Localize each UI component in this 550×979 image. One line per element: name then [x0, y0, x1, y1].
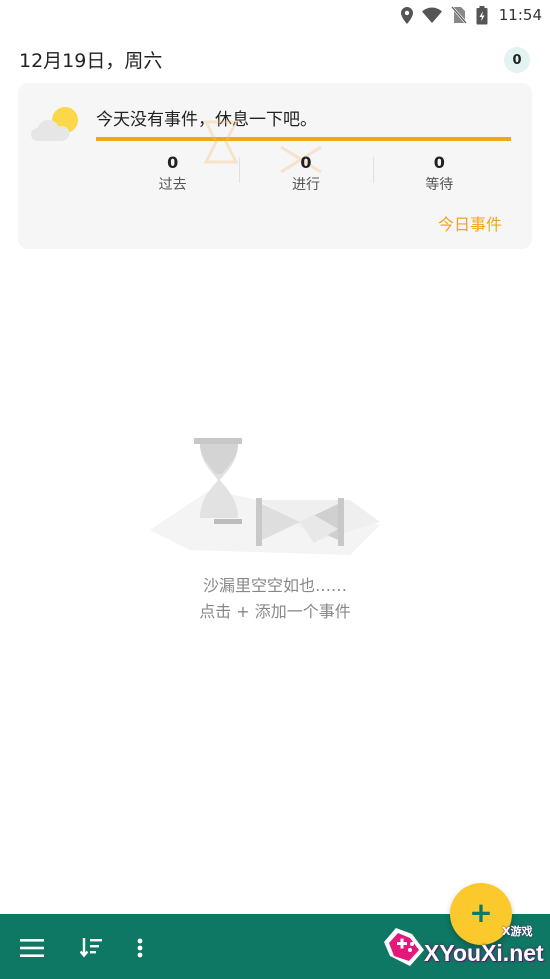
location-icon [400, 6, 413, 24]
empty-state-message: 沙漏里空空如也…… [202, 576, 347, 595]
stat-value: 0 [167, 153, 179, 172]
wifi-icon [421, 7, 442, 23]
hourglass-illustration-icon [150, 430, 400, 564]
status-icons: 11:54 [400, 4, 542, 26]
stat-label: 过去 [158, 177, 187, 193]
stat-waiting: 0 等待 [372, 151, 506, 199]
stat-past: 0 过去 [106, 151, 239, 199]
gamepad-logo-icon [380, 922, 428, 970]
stat-value: 0 [433, 153, 445, 172]
clock: 11:54 [498, 6, 542, 24]
battery-icon [476, 5, 488, 25]
stat-label: 进行 [291, 177, 320, 193]
stat-value: 0 [300, 153, 312, 172]
no-sim-icon [450, 6, 467, 24]
menu-icon[interactable] [18, 934, 46, 962]
sort-icon[interactable] [78, 934, 106, 962]
status-bar: 11:54 [0, 0, 550, 30]
stats-row: 0 过去 0 进行 0 等待 [106, 151, 506, 199]
today-events-link[interactable]: 今日事件 [438, 211, 502, 235]
partly-cloudy-icon [30, 103, 86, 149]
today-card[interactable]: 今天没有事件，休息一下吧。 0 过去 0 进行 0 等待 今日事件 [18, 83, 532, 249]
stat-ongoing: 0 进行 [239, 151, 372, 199]
site-logo: XYouXi.net X游戏 [376, 920, 550, 979]
stat-label: 等待 [425, 177, 454, 193]
more-vert-icon[interactable] [126, 934, 154, 962]
logo-subtext: X游戏 [502, 925, 533, 938]
empty-state-hint: 点击 + 添加一个事件 [199, 602, 351, 621]
date-title: 12月19日，周六 [19, 50, 163, 72]
logo-text: XYouXi.net [424, 940, 544, 966]
count-badge[interactable]: 0 [504, 47, 530, 73]
